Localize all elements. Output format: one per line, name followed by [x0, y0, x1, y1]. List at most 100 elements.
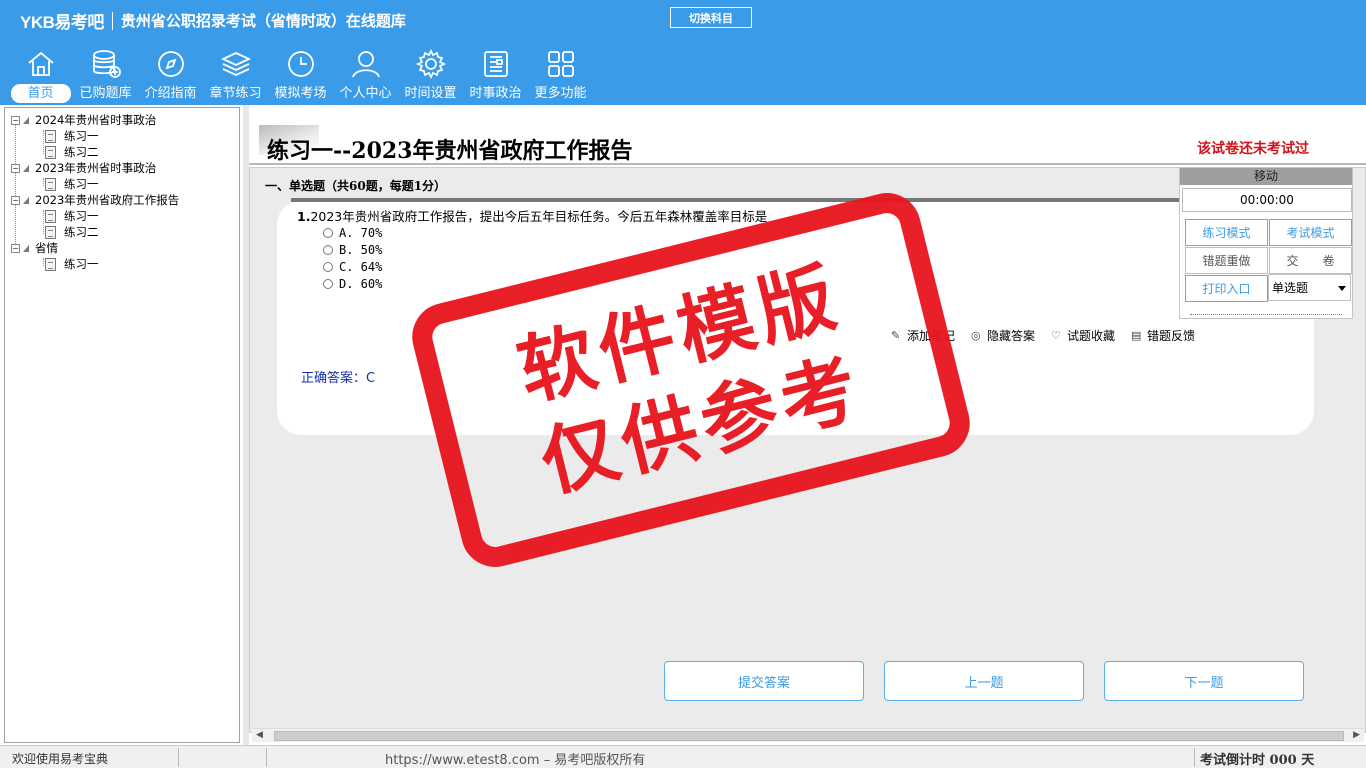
- eye-off-icon: ◎: [971, 328, 981, 342]
- next-question-button[interactable]: 下一题: [1104, 661, 1304, 701]
- layers-icon: [220, 52, 251, 76]
- tree-group-2023-report[interactable]: − 2023年贵州省政府工作报告: [11, 192, 179, 208]
- prev-question-button[interactable]: 上一题: [884, 661, 1084, 701]
- nav-current-affairs[interactable]: 时事政治: [463, 48, 528, 104]
- option-c[interactable]: C. 64%: [323, 260, 382, 274]
- grid-icon: [547, 51, 574, 77]
- document-icon: [45, 177, 56, 191]
- question-card-rule: [291, 198, 1181, 202]
- app-logo: YKB易考吧: [20, 13, 104, 32]
- section-heading: 一、单选题（共60题，每题1分）: [265, 179, 447, 193]
- radio-button[interactable]: [323, 279, 333, 289]
- collapse-icon[interactable]: −: [11, 163, 20, 173]
- radio-button[interactable]: [323, 228, 333, 238]
- correct-answer: 正确答案：C: [301, 371, 376, 386]
- hide-answer-button[interactable]: ◎ 隐藏答案: [971, 327, 1035, 344]
- nav-chapter[interactable]: 章节练习: [203, 48, 268, 104]
- gear-icon: [415, 48, 446, 80]
- exam-countdown: 考试倒计时 000 天: [1200, 753, 1315, 768]
- exam-control-panel: 移动 00:00:00 练习模式 考试模式 错题重做 交 卷 打印入口 单选题: [1179, 167, 1353, 319]
- option-label: A. 70%: [339, 226, 383, 240]
- question-type-select[interactable]: 单选题: [1268, 274, 1351, 301]
- document-icon: [45, 225, 56, 239]
- exam-status: 该试卷还未考试过: [1197, 141, 1309, 157]
- folder-icon: [23, 196, 29, 204]
- document-icon: [45, 257, 56, 271]
- tree-connector: [43, 258, 44, 266]
- question-text: 1.2023年贵州省政府工作报告，提出今后五年目标任务。今后五年森林覆盖率目标是: [297, 206, 767, 225]
- scroll-left-icon[interactable]: ◀: [256, 730, 263, 740]
- option-label: D. 60%: [339, 277, 383, 291]
- option-label: C. 64%: [339, 260, 383, 274]
- chevron-down-icon: [1338, 286, 1346, 291]
- select-value: 单选题: [1272, 281, 1309, 295]
- radio-button[interactable]: [323, 262, 333, 272]
- tree-item[interactable]: 练习一: [45, 176, 99, 192]
- collapse-icon[interactable]: −: [11, 195, 20, 205]
- question-tools: ✎ 添加笔记 ◎ 隐藏答案 ♡ 试题收藏 ▤ 错题反馈: [891, 327, 1211, 344]
- practice-mode-button[interactable]: 练习模式: [1185, 219, 1268, 246]
- status-divider: [178, 748, 179, 767]
- panel-divider: [1190, 314, 1342, 315]
- nav-label: 个人中心: [339, 86, 392, 101]
- favorite-button[interactable]: ♡ 试题收藏: [1051, 327, 1115, 344]
- tool-label: 隐藏答案: [987, 329, 1036, 343]
- nav-label: 时间设置: [404, 86, 457, 101]
- switch-subject-button[interactable]: 切换科目: [670, 7, 752, 28]
- tree-group-province[interactable]: − 省情: [11, 240, 58, 256]
- nav-home[interactable]: 首页: [8, 48, 73, 104]
- horizontal-scrollbar[interactable]: ◀ ▶: [252, 728, 1364, 742]
- tree-item-selected[interactable]: 练习一: [45, 208, 99, 224]
- option-a[interactable]: A. 70%: [323, 226, 382, 240]
- tree-item[interactable]: 练习一: [45, 128, 99, 144]
- tree-item[interactable]: 练习二: [45, 144, 99, 160]
- print-button[interactable]: 打印入口: [1185, 275, 1268, 302]
- tool-label: 错题反馈: [1147, 329, 1196, 343]
- tree-item-label: 练习一: [64, 257, 99, 271]
- add-note-button[interactable]: ✎ 添加笔记: [891, 327, 955, 344]
- nav-mock-exam[interactable]: 模拟考场: [268, 48, 333, 104]
- move-handle[interactable]: 移动: [1180, 168, 1352, 185]
- title-divider: [249, 163, 1366, 165]
- report-error-button[interactable]: ▤ 错题反馈: [1131, 327, 1195, 344]
- nav-more[interactable]: 更多功能: [528, 48, 593, 104]
- document-icon: [45, 129, 56, 143]
- document-icon: [45, 209, 56, 223]
- nav-time-settings[interactable]: 时间设置: [398, 48, 463, 104]
- nav-guide[interactable]: 介绍指南: [138, 48, 203, 104]
- exam-mode-button[interactable]: 考试模式: [1269, 219, 1352, 246]
- collapse-icon[interactable]: −: [11, 115, 20, 125]
- scroll-thumb[interactable]: [274, 731, 1344, 741]
- hand-in-button[interactable]: 交 卷: [1269, 247, 1352, 274]
- copyright-text: https://www.etest8.com – 易考吧版权所有: [385, 753, 646, 768]
- exercise-tree: −2024年贵州省时事政治 练习一 练习二 −2023年贵州省时事政治 练习一 …: [4, 107, 240, 743]
- home-icon: [27, 51, 54, 76]
- heart-icon: ♡: [1051, 328, 1061, 342]
- tree-item[interactable]: 练习二: [45, 224, 99, 240]
- tree-item[interactable]: 练习一: [45, 256, 99, 272]
- nav-purchased[interactable]: 已购题库: [73, 48, 138, 104]
- collapse-icon[interactable]: −: [11, 243, 20, 253]
- tree-item-label: 练习二: [64, 145, 99, 159]
- submit-answer-button[interactable]: 提交答案: [664, 661, 864, 701]
- tree-group-2024-affairs[interactable]: − 2024年贵州省时事政治: [11, 112, 156, 128]
- tool-label: 试题收藏: [1067, 329, 1116, 343]
- tree-group-label: 2024年贵州省时事政治: [35, 113, 157, 127]
- paper-title: 练习一--2023年贵州省政府工作报告: [267, 138, 633, 164]
- nav-profile[interactable]: 个人中心: [333, 48, 398, 104]
- radio-button[interactable]: [323, 245, 333, 255]
- status-divider: [1194, 748, 1195, 767]
- tree-group-2023-affairs[interactable]: − 2023年贵州省时事政治: [11, 160, 156, 176]
- option-d[interactable]: D. 60%: [323, 277, 382, 291]
- option-label: B. 50%: [339, 243, 383, 257]
- app-header: YKB易考吧 贵州省公职招录考试（省情时政）在线题库 切换科目 首页 已购题库 …: [0, 0, 1366, 105]
- clock-icon: [287, 51, 314, 77]
- scroll-right-icon[interactable]: ▶: [1353, 730, 1360, 740]
- tree-item-label: 练习一: [64, 177, 99, 191]
- nav-label: 更多功能: [534, 86, 587, 101]
- app-title: 贵州省公职招录考试（省情时政）在线题库: [120, 12, 406, 30]
- timer-display: 00:00:00: [1182, 188, 1352, 212]
- report-icon: ▤: [1131, 328, 1142, 342]
- option-b[interactable]: B. 50%: [323, 243, 382, 257]
- redo-wrong-button[interactable]: 错题重做: [1185, 247, 1268, 274]
